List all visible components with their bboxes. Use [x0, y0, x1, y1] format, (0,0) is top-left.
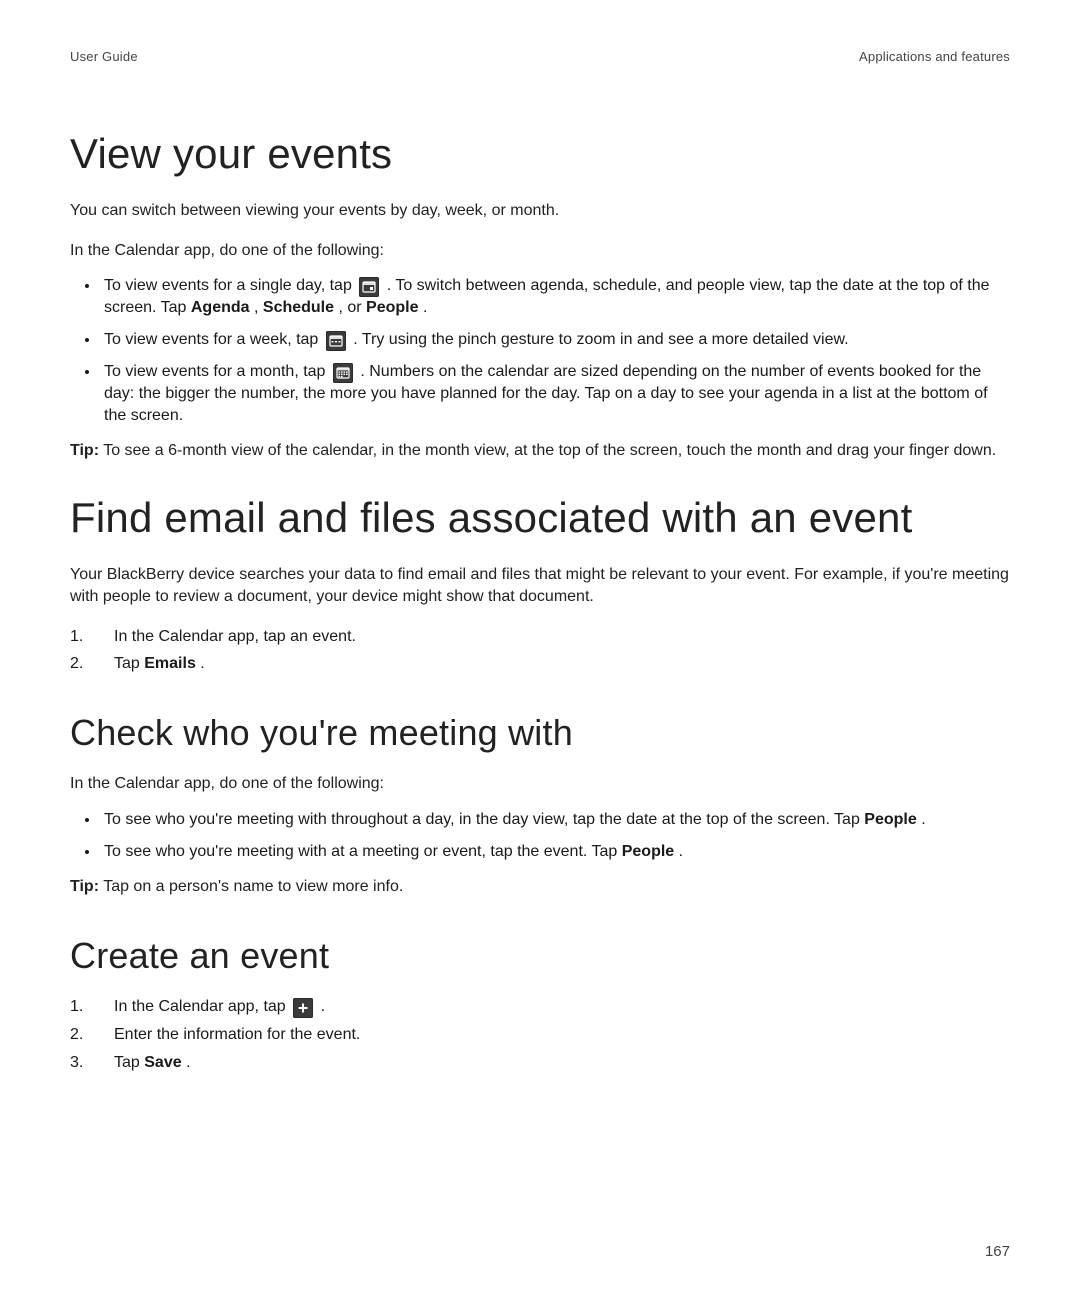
text: To see who you're meeting with throughou… — [104, 811, 864, 828]
list-item: In the Calendar app, tap . — [70, 996, 1010, 1018]
heading-find-email: Find email and files associated with an … — [70, 490, 1010, 547]
bold-save: Save — [144, 1054, 181, 1071]
list-item: Tap Save . — [70, 1052, 1010, 1074]
bold-agenda: Agenda — [191, 299, 250, 316]
text: To view events for a single day, tap — [104, 277, 356, 294]
text: In the Calendar app, tap — [114, 998, 290, 1015]
text: In the Calendar app, tap an event. — [114, 628, 356, 645]
tip-label: Tip: — [70, 878, 99, 895]
text: . — [921, 811, 925, 828]
check-who-bullets: To see who you're meeting with throughou… — [70, 809, 1010, 862]
week-icon — [326, 331, 346, 351]
text: Tap — [114, 1054, 144, 1071]
text: . — [679, 843, 683, 860]
list-item: In the Calendar app, tap an event. — [70, 626, 1010, 648]
view-events-precondition: In the Calendar app, do one of the follo… — [70, 240, 1010, 262]
list-item: To view events for a week, tap . Try usi… — [100, 329, 1010, 351]
tip-text: Tap on a person's name to view more info… — [99, 878, 403, 895]
find-email-intro: Your BlackBerry device searches your dat… — [70, 564, 1010, 607]
bold-emails: Emails — [144, 655, 196, 672]
plus-icon — [293, 998, 313, 1018]
heading-check-who: Check who you're meeting with — [70, 709, 1010, 758]
text: . Try using the pinch gesture to zoom in… — [353, 331, 848, 348]
tip-label: Tip: — [70, 442, 99, 459]
list-item: To see who you're meeting with at a meet… — [100, 841, 1010, 863]
month-icon — [333, 363, 353, 383]
list-item: Tap Emails . — [70, 653, 1010, 675]
check-who-precondition: In the Calendar app, do one of the follo… — [70, 773, 1010, 795]
view-events-bullets: To view events for a single day, tap . T… — [70, 275, 1010, 426]
tip-text: To see a 6-month view of the calendar, i… — [99, 442, 996, 459]
list-item: Enter the information for the event. — [70, 1024, 1010, 1046]
document-page: User Guide Applications and features Vie… — [0, 0, 1080, 1296]
heading-create-event: Create an event — [70, 932, 1010, 981]
text: . — [423, 299, 427, 316]
find-email-steps: In the Calendar app, tap an event. Tap E… — [70, 626, 1010, 675]
text: To see who you're meeting with at a meet… — [104, 843, 622, 860]
create-event-steps: In the Calendar app, tap . Enter the inf… — [70, 996, 1010, 1073]
text: . — [186, 1054, 190, 1071]
text: . — [321, 998, 325, 1015]
list-item: To see who you're meeting with throughou… — [100, 809, 1010, 831]
header-right: Applications and features — [859, 48, 1010, 66]
list-item: To view events for a single day, tap . T… — [100, 275, 1010, 319]
heading-view-events: View your events — [70, 126, 1010, 183]
text: Enter the information for the event. — [114, 1026, 360, 1043]
bold-people: People — [622, 843, 674, 860]
text: , or — [338, 299, 366, 316]
running-header: User Guide Applications and features — [70, 48, 1010, 66]
check-who-tip: Tip: Tap on a person's name to view more… — [70, 876, 1010, 898]
bold-schedule: Schedule — [263, 299, 334, 316]
text: To view events for a month, tap — [104, 363, 330, 380]
text: To view events for a week, tap — [104, 331, 323, 348]
bold-people: People — [366, 299, 418, 316]
day-icon — [359, 277, 379, 297]
bold-people: People — [864, 811, 916, 828]
text: Tap — [114, 655, 144, 672]
text: , — [254, 299, 263, 316]
list-item: To view events for a month, tap . Number… — [100, 361, 1010, 426]
text: . — [200, 655, 204, 672]
view-events-tip: Tip: To see a 6-month view of the calend… — [70, 440, 1010, 462]
header-left: User Guide — [70, 48, 138, 66]
page-number: 167 — [985, 1242, 1010, 1262]
view-events-intro: You can switch between viewing your even… — [70, 200, 1010, 222]
